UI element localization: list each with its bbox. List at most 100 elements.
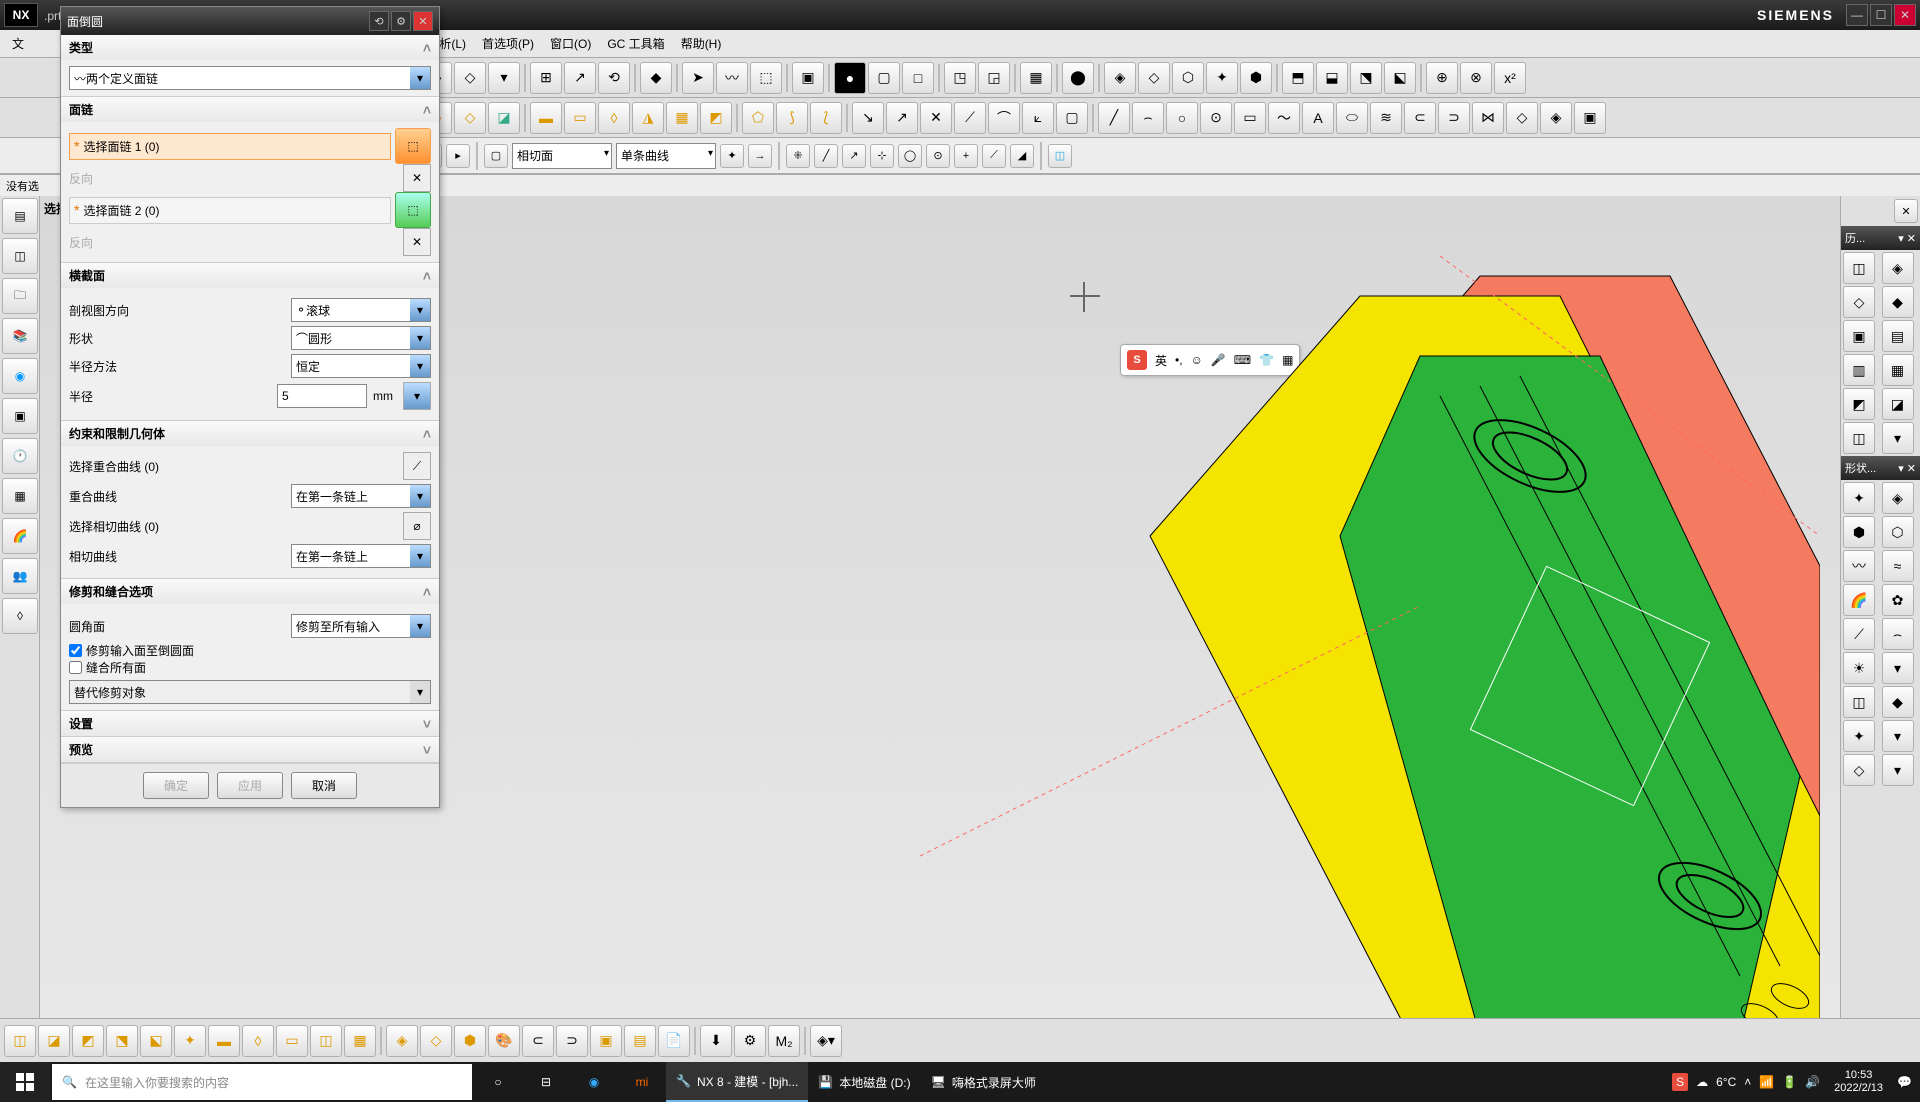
btool-icon[interactable]: M₂ <box>768 1025 800 1057</box>
tool-icon[interactable]: ⌢ <box>1132 102 1164 134</box>
type-select[interactable]: 〰 两个定义面链▾ <box>69 66 431 90</box>
tool-icon[interactable]: ⟋ <box>954 102 986 134</box>
rtool-icon[interactable]: ✦ <box>1843 482 1875 514</box>
tray-app-icon[interactable]: S <box>1672 1073 1688 1091</box>
rtool-icon[interactable]: ▾ <box>1882 652 1914 684</box>
rtool-icon[interactable]: ▥ <box>1843 354 1875 386</box>
rtool-icon[interactable]: ▣ <box>1843 320 1875 352</box>
tool-icon[interactable]: ⊞ <box>530 62 562 94</box>
radius-flyout-icon[interactable]: ▾ <box>403 382 431 410</box>
fillet-face-select[interactable]: 修剪至所有输入▾ <box>291 614 431 638</box>
sel-tool-icon[interactable]: ▢ <box>484 144 508 168</box>
tool-icon[interactable]: ◪ <box>488 102 520 134</box>
tool-icon[interactable]: ⬠ <box>742 102 774 134</box>
btool-icon[interactable]: ✦ <box>174 1025 206 1057</box>
tool-icon[interactable]: ▭ <box>1234 102 1266 134</box>
ok-button[interactable]: 确定 <box>143 772 209 799</box>
taskbar-search[interactable]: 🔍 在这里输入你要搜索的内容 <box>52 1064 472 1100</box>
tool-icon[interactable]: ◇ <box>454 102 486 134</box>
rail-icon[interactable]: ▤ <box>2 198 38 234</box>
btool-icon[interactable]: ⬕ <box>140 1025 172 1057</box>
taskbar-app-recorder[interactable]: 🖥 嗨格式录屏大师 <box>921 1062 1046 1102</box>
tang-curve-select[interactable]: 在第一条链上▾ <box>291 544 431 568</box>
rtool-icon[interactable]: ⌢ <box>1882 618 1914 650</box>
maximize-button[interactable]: ☐ <box>1870 4 1892 26</box>
section-settings[interactable]: 设置˅ <box>61 711 439 736</box>
btool-icon[interactable]: ▤ <box>624 1025 656 1057</box>
panel-header-shape[interactable]: 形状...▾ ✕ <box>1841 456 1920 480</box>
rtool-icon[interactable]: ◫ <box>1843 252 1875 284</box>
btool-icon[interactable]: ◩ <box>72 1025 104 1057</box>
start-button[interactable] <box>0 1062 50 1102</box>
rtool-icon[interactable]: ◆ <box>1882 686 1914 718</box>
btool-icon[interactable]: ◈▾ <box>810 1025 842 1057</box>
tool-icon[interactable]: ◊ <box>598 102 630 134</box>
tool-icon[interactable]: ◆ <box>640 62 672 94</box>
tool-icon[interactable]: ⟀ <box>1022 102 1054 134</box>
tool-icon[interactable]: 〰 <box>716 62 748 94</box>
rtool-icon[interactable]: ▦ <box>1882 354 1914 386</box>
tool-icon[interactable]: ◇ <box>454 62 486 94</box>
sel-tool-icon[interactable]: ✦ <box>720 144 744 168</box>
alt-trim-select[interactable]: 替代修剪对象▾ <box>69 680 431 704</box>
dialog-settings-icon[interactable]: ⚙ <box>391 11 411 31</box>
tool-icon[interactable]: ◇ <box>1138 62 1170 94</box>
tool-icon[interactable]: ▣ <box>1574 102 1606 134</box>
btool-icon[interactable]: ◇ <box>420 1025 452 1057</box>
tool-icon[interactable]: ⬢ <box>1240 62 1272 94</box>
section-chain[interactable]: 面链˄ <box>61 97 439 122</box>
tool-icon[interactable]: ● <box>834 62 866 94</box>
tool-icon[interactable]: ▾ <box>488 62 520 94</box>
apply-button[interactable]: 应用 <box>217 772 283 799</box>
radius-input[interactable]: 5 <box>277 384 367 408</box>
rtool-icon[interactable]: ▾ <box>1882 720 1914 752</box>
shape-select[interactable]: ⌒ 圆形▾ <box>291 326 431 350</box>
tool-icon[interactable]: ↗ <box>564 62 596 94</box>
rail-icon[interactable]: 🕐 <box>2 438 38 474</box>
tool-icon[interactable]: ◮ <box>632 102 664 134</box>
tool-icon[interactable]: ▭ <box>564 102 596 134</box>
btool-icon[interactable]: ⊃ <box>556 1025 588 1057</box>
sew-all-checkbox[interactable]: 缝合所有面 <box>69 659 431 676</box>
btool-icon[interactable]: ◊ <box>242 1025 274 1057</box>
menu-help[interactable]: 帮助(H) <box>673 33 730 54</box>
tool-icon[interactable]: ⊂ <box>1404 102 1436 134</box>
coinc-line-icon[interactable]: ⟋ <box>403 452 431 480</box>
mi-icon[interactable]: mi <box>618 1062 666 1102</box>
rtool-icon[interactable]: ◈ <box>1882 482 1914 514</box>
rtool-icon[interactable]: ◈ <box>1882 252 1914 284</box>
rtool-icon[interactable]: 🌈 <box>1843 584 1875 616</box>
btool-icon[interactable]: ⬢ <box>454 1025 486 1057</box>
rail-icon[interactable]: ◫ <box>2 238 38 274</box>
tool-icon[interactable]: ⊕ <box>1426 62 1458 94</box>
tool-icon[interactable]: ➤ <box>682 62 714 94</box>
section-preview[interactable]: 预览˅ <box>61 737 439 762</box>
btool-icon[interactable]: ◪ <box>38 1025 70 1057</box>
rtool-icon[interactable]: ◪ <box>1882 388 1914 420</box>
rtool-icon[interactable]: ◇ <box>1843 286 1875 318</box>
rtool-icon[interactable]: ✦ <box>1843 720 1875 752</box>
tool-icon[interactable]: ⬕ <box>1384 62 1416 94</box>
menu-window[interactable]: 窗口(O) <box>542 33 599 54</box>
reverse-2-button[interactable]: ✕ <box>403 228 431 256</box>
tool-icon[interactable]: ◈ <box>1104 62 1136 94</box>
tool-icon[interactable]: ◳ <box>944 62 976 94</box>
tool-icon[interactable]: ◩ <box>700 102 732 134</box>
tool-icon[interactable]: ⬭ <box>1336 102 1368 134</box>
rtool-icon[interactable]: ◆ <box>1882 286 1914 318</box>
rail-icon[interactable]: 🌈 <box>2 518 38 554</box>
rtool-icon[interactable]: ⟋ <box>1843 618 1875 650</box>
tool-icon[interactable]: ✦ <box>1206 62 1238 94</box>
tool-icon[interactable]: ▬ <box>530 102 562 134</box>
snap-icon[interactable]: ╱ <box>814 144 838 168</box>
rail-icon[interactable]: 📚 <box>2 318 38 354</box>
tool-icon[interactable]: ◇ <box>1506 102 1538 134</box>
tray-chevron-icon[interactable]: ˄ <box>1744 1075 1751 1089</box>
section-trim[interactable]: 修剪和缝合选项˄ <box>61 579 439 604</box>
weather-icon[interactable]: ☁ <box>1696 1075 1708 1089</box>
snap-icon[interactable]: ◢ <box>1010 144 1034 168</box>
rtool-icon[interactable]: ▾ <box>1882 754 1914 786</box>
btool-icon[interactable]: 📄 <box>658 1025 690 1057</box>
tool-icon[interactable]: ▦ <box>1020 62 1052 94</box>
tool-icon[interactable]: ⬓ <box>1316 62 1348 94</box>
